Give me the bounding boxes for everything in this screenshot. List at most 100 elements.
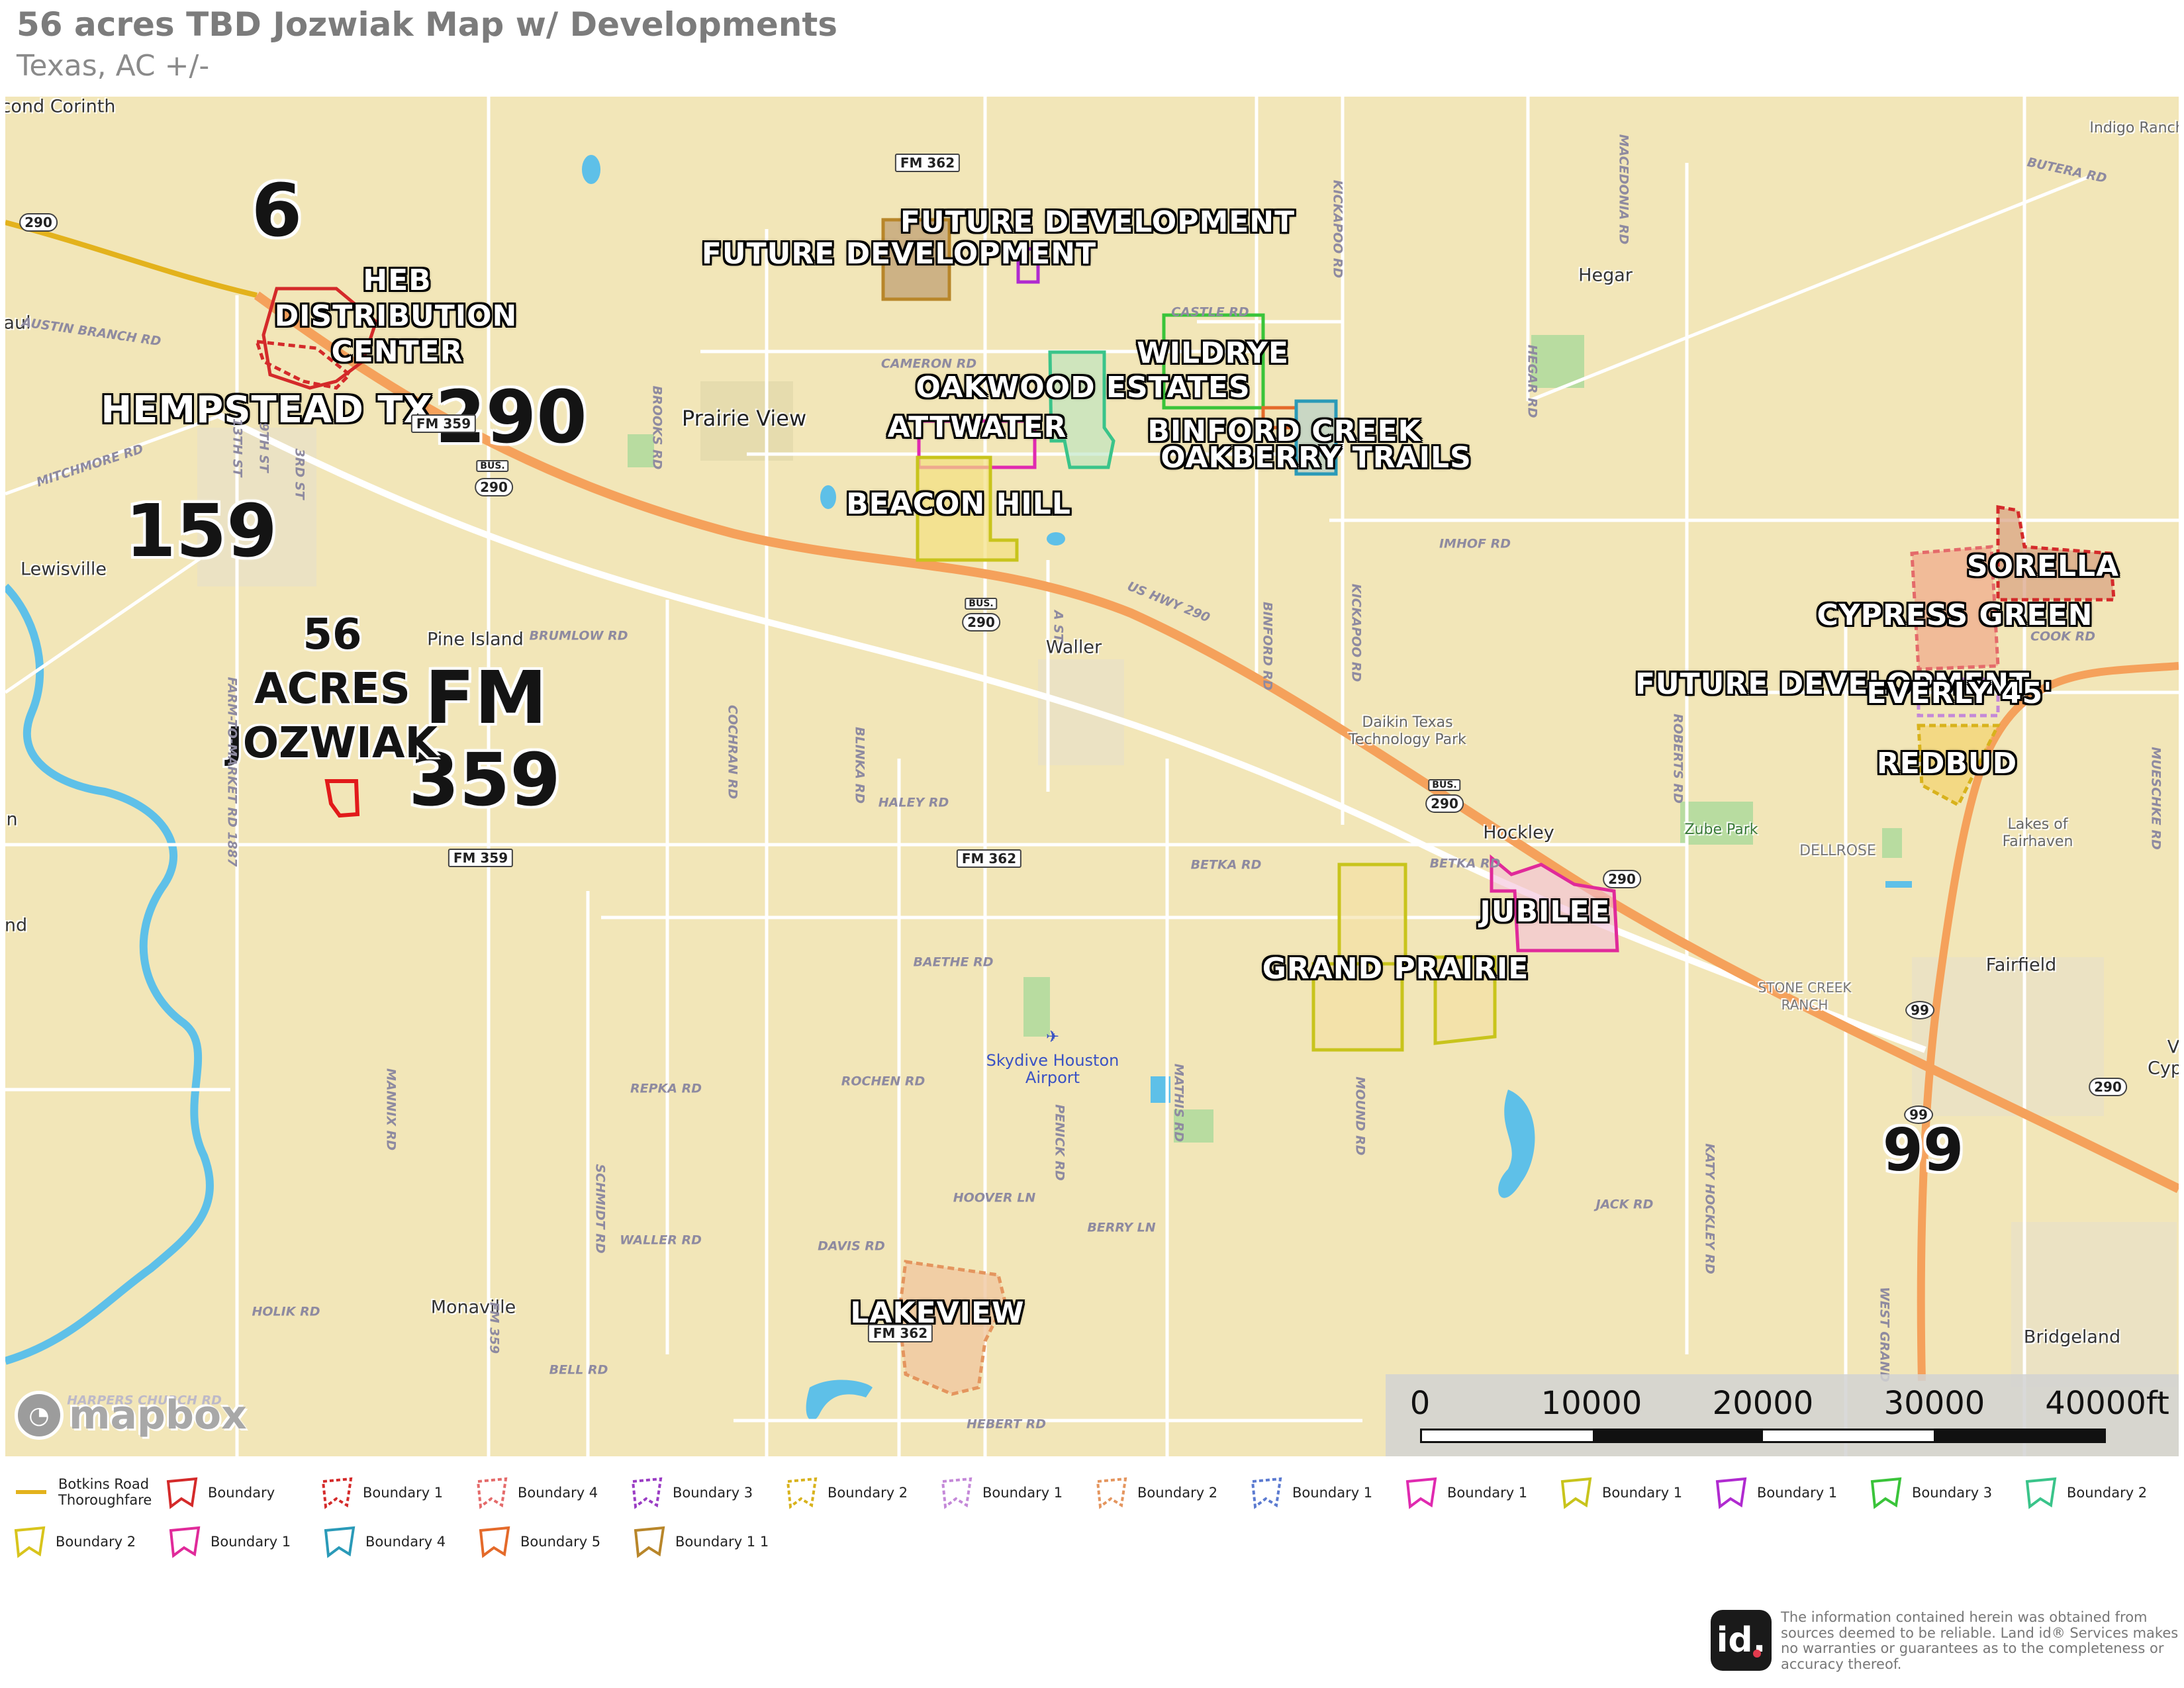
scale-tick: 20000 — [1712, 1385, 1814, 1422]
dev-label-beacon-hill: BEACON HILL — [846, 487, 1071, 521]
place-label: Bridgeland — [2023, 1327, 2121, 1348]
road-label: MANNIX RD — [383, 1068, 399, 1151]
subject-label-line-1: 56 — [303, 610, 362, 659]
solid-polygon-icon — [2025, 1477, 2057, 1509]
place-label: Pine Island — [427, 629, 524, 650]
legend-item: Boundary 1 — [168, 1525, 291, 1558]
logo-dot-icon — [1753, 1650, 1761, 1658]
highway-shield: 290 — [962, 613, 1000, 632]
highway-shield: 290 — [1603, 870, 1641, 888]
road-label: BELL RD — [549, 1362, 608, 1378]
highway-shield: 290 — [19, 213, 58, 232]
brazos-river — [5, 583, 214, 1365]
road-label: ROCHEN RD — [841, 1074, 926, 1089]
place-label: Fairhaven — [2002, 833, 2073, 850]
place-label: Lewisville — [21, 559, 107, 580]
place-label: RANCH — [1781, 997, 1828, 1013]
solid-polygon-icon — [1870, 1477, 1902, 1509]
road-label: KATY HOCKLEY RD — [1702, 1143, 1717, 1274]
legend-item: Boundary 2 — [785, 1476, 908, 1509]
map-canvas[interactable]: FUTURE DEVELOPMENT FUTURE DEVELOPMENT HE… — [5, 97, 2179, 1456]
dev-label-heb: HEB — [363, 263, 432, 297]
legend-label: Boundary 1 — [211, 1534, 291, 1550]
road-label: SCHMIDT RD — [593, 1164, 608, 1254]
lake — [1885, 881, 1912, 888]
subject-label-line-3: JOZWIAK — [226, 719, 438, 768]
page-subtitle: Texas, AC +/- — [17, 49, 210, 83]
place-label: Hockley — [1483, 822, 1554, 843]
highway-shield: BUS. — [476, 460, 509, 472]
place-label: Lakes of — [2007, 816, 2068, 833]
dashed-polygon-icon — [476, 1477, 508, 1509]
legend-label: Boundary 1 — [1602, 1485, 1683, 1501]
road-label: REPKA RD — [630, 1081, 702, 1096]
place-label: Cyp — [2148, 1058, 2179, 1079]
road-label: WEST GRAND — [1877, 1287, 1892, 1382]
road-label: BROOKS RD — [649, 385, 665, 470]
road-label: FM 359 — [487, 1301, 502, 1354]
legend-item: Boundary 3 — [630, 1476, 753, 1509]
highway-shield: 99 — [1904, 1105, 1933, 1124]
road-label: A ST — [1051, 610, 1066, 642]
highway-shield: 290 — [1425, 794, 1464, 813]
legend-label: Boundary 1 — [1757, 1485, 1838, 1501]
dev-label-sorella: SORELLA — [1966, 549, 2120, 583]
dashed-polygon-icon — [941, 1477, 973, 1509]
road-label: DAVIS RD — [818, 1239, 885, 1254]
highway-shield: FM 359 — [448, 849, 514, 867]
highway-label-fm: FM — [424, 655, 547, 740]
solid-polygon-icon — [479, 1526, 510, 1558]
legend-item: Boundary 1 — [1560, 1476, 1682, 1509]
scale-tick: 0 — [1409, 1385, 1431, 1422]
dev-label-distribution: DISTRIBUTION — [274, 299, 518, 333]
legend-label: Boundary — [208, 1485, 275, 1501]
road-label: KICKAPOO RD — [1349, 583, 1364, 682]
solid-polygon-icon — [1560, 1477, 1592, 1509]
place-label: Daikin Texas — [1362, 714, 1453, 731]
road-label: CASTLE RD — [1171, 305, 1249, 320]
solid-polygon-icon — [324, 1526, 356, 1558]
legend-label: Boundary 2 — [2067, 1485, 2148, 1501]
highway-shield: 290 — [475, 478, 513, 496]
dev-label-center: CENTER — [331, 335, 463, 369]
dashed-polygon-icon — [1251, 1477, 1282, 1509]
solid-polygon-icon — [1715, 1477, 1747, 1509]
legend-label: Boundary 2 — [1137, 1485, 1218, 1501]
highway-shield: 290 — [2089, 1078, 2127, 1096]
solid-polygon-icon — [14, 1526, 46, 1558]
highway-shield: FM 362 — [956, 849, 1022, 868]
road-label: IMHOF RD — [1439, 536, 1511, 551]
lake — [582, 155, 600, 184]
road-label: BRUMLOW RD — [529, 628, 628, 643]
legend-item: Boundary 1 — [1715, 1476, 1837, 1509]
oakwood-estates-boundary — [1048, 350, 1116, 469]
mapbox-attribution[interactable]: ◔ mapbox — [15, 1391, 247, 1440]
legend-item: Boundary 4 — [323, 1525, 446, 1558]
scale-bar: 0 10000 20000 30000 40000ft — [1386, 1374, 2179, 1456]
dev-label-cypress-green: CYPRESS GREEN — [1817, 598, 2093, 632]
highway-label-6: 6 — [251, 168, 303, 253]
legend-item: Boundary 2 — [2024, 1476, 2147, 1509]
legend-label-line-2: Thoroughfare — [58, 1492, 152, 1509]
lake — [806, 1380, 873, 1421]
road-label: MOUND RD — [1353, 1076, 1368, 1156]
highway-shield: BUS. — [965, 598, 998, 610]
lake — [1498, 1090, 1535, 1198]
road-label: WALLER RD — [620, 1233, 702, 1248]
place-label: n — [6, 809, 18, 830]
dev-label-jubilee: JUBILEE — [1480, 895, 1611, 929]
road-label: BETKA RD — [1429, 856, 1501, 871]
highway-label-99: 99 — [1882, 1116, 1964, 1184]
legend-label: Boundary 4 — [365, 1534, 446, 1550]
road-label: FARM-TO-MARKET RD 1887 — [224, 677, 240, 867]
scale-tick: 40000ft — [2045, 1385, 2169, 1422]
legend-item-thoroughfare: Botkins Road Thoroughfare — [13, 1476, 152, 1508]
legend-label: Boundary 1 — [982, 1485, 1063, 1501]
dev-label-attwater: ATTWATER — [887, 410, 1067, 444]
place-label: V — [2167, 1037, 2179, 1058]
highway-shield: FM 359 — [410, 414, 477, 433]
urban-area — [1038, 659, 1124, 765]
park-area — [1882, 828, 1902, 858]
legend-item: Boundary 1 — [1250, 1476, 1372, 1509]
page-title: 56 acres TBD Jozwiak Map w/ Developments — [17, 5, 838, 44]
